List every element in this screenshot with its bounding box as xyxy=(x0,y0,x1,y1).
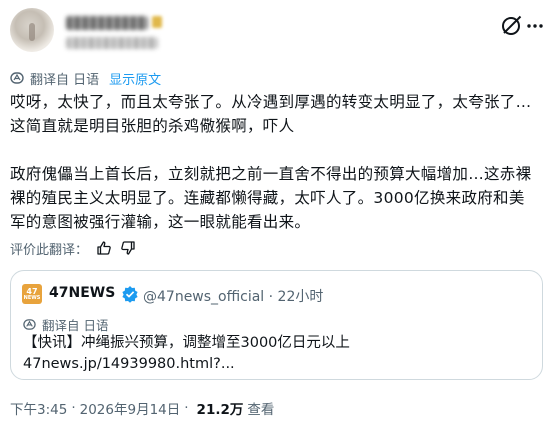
quoted-text-line: 【快讯】冲绳振兴预算，调整增至3000亿日元以上 xyxy=(23,335,350,351)
post-date[interactable]: 2026年9月14日 xyxy=(80,398,181,418)
quoted-link[interactable]: 47news.jp/14939980.html?... xyxy=(23,354,350,375)
thumbs-down-icon[interactable] xyxy=(120,240,136,256)
post-text: 哎呀，太快了，而且太夸张了。从冷遇到厚遇的转变太明显了，太夸张了… 这简直就是明… xyxy=(10,93,532,231)
show-original-link[interactable]: 显示原文 xyxy=(109,69,161,88)
thumbs-up-icon[interactable] xyxy=(96,240,112,256)
grok-icon[interactable] xyxy=(499,14,523,38)
separator-dot: · xyxy=(184,400,189,416)
separator-dot: · xyxy=(71,400,76,416)
author-name-blurred[interactable] xyxy=(66,16,148,30)
avatar[interactable] xyxy=(10,8,54,52)
translate-icon xyxy=(10,72,24,84)
quoted-translation-row: 翻译自 日语 xyxy=(23,315,108,334)
quoted-translation-label: 翻译自 日语 xyxy=(42,318,109,333)
more-icon[interactable] xyxy=(525,16,545,36)
logo-sub: NEWS xyxy=(23,294,41,301)
translate-icon xyxy=(23,319,36,330)
verified-badge-icon xyxy=(122,286,138,303)
rate-translation-row: 评价此翻译： xyxy=(10,238,136,258)
post-time[interactable]: 下午3:45 xyxy=(10,398,67,418)
quoted-author-name[interactable]: 47NEWS xyxy=(49,285,115,301)
quoted-handle-time[interactable]: @47news_official · 22小时 xyxy=(143,286,323,306)
views-label: 查看 xyxy=(247,402,275,418)
translation-label: 翻译自 日语 xyxy=(30,72,100,88)
rate-translation-label: 评价此翻译： xyxy=(10,242,89,258)
quoted-avatar-logo[interactable]: 47 NEWS xyxy=(22,284,42,304)
quoted-post[interactable]: 47 NEWS 47NEWS @47news_official · 22小时 翻… xyxy=(10,270,543,380)
author-handle-blurred[interactable] xyxy=(66,37,158,49)
quoted-text: 【快讯】冲绳振兴预算，调整增至3000亿日元以上 47news.jp/14939… xyxy=(23,333,350,375)
translation-row: 翻译自 日语 显示原文 xyxy=(10,69,161,88)
views-count: 21.2万 xyxy=(196,402,244,418)
post-header xyxy=(10,8,545,56)
post-meta: 下午3:45 · 2026年9月14日 · 21.2万 查看 xyxy=(10,398,274,418)
author-badge-icon xyxy=(152,16,162,28)
